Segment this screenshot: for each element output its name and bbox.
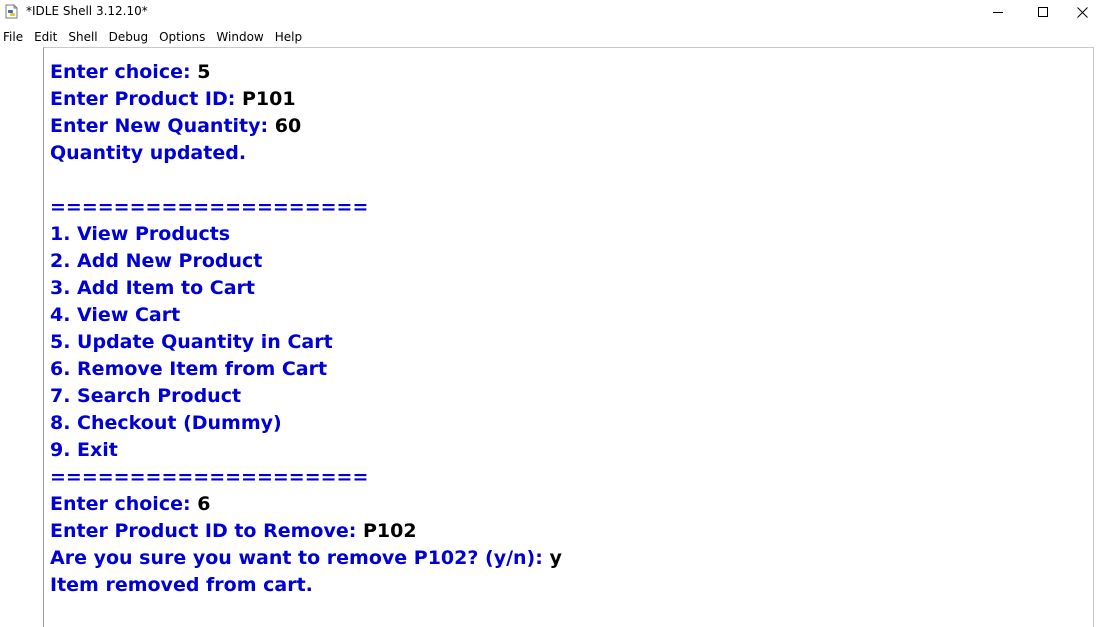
menu-help[interactable]: Help <box>272 30 307 44</box>
menu-file[interactable]: File <box>0 30 28 44</box>
idle-shell-window: *IDLE Shell 3.12.10* File Edit Shell Deb… <box>0 0 1098 627</box>
menu-option-line: 4. View Cart <box>50 302 562 329</box>
menu-shell[interactable]: Shell <box>65 30 102 44</box>
menu-option-line: 9. Exit <box>50 437 562 464</box>
menu-debug[interactable]: Debug <box>106 30 153 44</box>
shell-prompt-text: Enter choice: <box>50 61 198 83</box>
shell-prompt-text: Enter New Quantity: <box>50 115 275 137</box>
menu-bar: File Edit Shell Debug Options Window Hel… <box>0 27 310 47</box>
shell-line: Enter New Quantity: 60 <box>50 113 562 140</box>
shell-output-text: 8. Checkout (Dummy) <box>50 412 282 434</box>
close-button[interactable] <box>1066 0 1098 24</box>
shell-line: Enter choice: 6 <box>50 491 562 518</box>
shell-prompt-text: Enter Product ID to Remove: <box>50 520 363 542</box>
maximize-icon <box>1038 7 1048 17</box>
shell-output-text: Quantity updated. <box>50 142 247 164</box>
close-icon <box>1076 6 1088 18</box>
user-input-text: P101 <box>241 88 296 110</box>
title-bar[interactable]: *IDLE Shell 3.12.10* <box>0 0 1098 24</box>
python-idle-icon <box>5 4 19 19</box>
shell-output-text: ==================== <box>50 466 369 488</box>
menu-option-line: 5. Update Quantity in Cart <box>50 329 562 356</box>
shell-line: Enter choice: 5 <box>50 59 562 86</box>
menu-option-line: 3. Add Item to Cart <box>50 275 562 302</box>
shell-sidebar-gutter <box>0 47 43 627</box>
shell-output: Enter choice: 5 Enter Product ID: P101 E… <box>50 59 562 599</box>
menu-separator-line: ==================== <box>50 194 562 221</box>
shell-output-text: Item removed from cart. <box>50 574 313 596</box>
shell-output-text: 6. Remove Item from Cart <box>50 358 328 380</box>
shell-line: Enter Product ID: P101 <box>50 86 562 113</box>
shell-output-text: ==================== <box>50 196 369 218</box>
shell-line: Enter Product ID to Remove: P102 <box>50 518 562 545</box>
user-input-text: 60 <box>274 115 302 137</box>
menu-option-line: 7. Search Product <box>50 383 562 410</box>
user-input-text: y <box>549 547 562 569</box>
shell-output-text: 2. Add New Product <box>50 250 263 272</box>
shell-line: Quantity updated. <box>50 140 562 167</box>
menu-options[interactable]: Options <box>156 30 210 44</box>
shell-output-text: 4. View Cart <box>50 304 181 326</box>
user-input-text: 6 <box>197 493 211 515</box>
shell-prompt-text: Enter Product ID: <box>50 88 242 110</box>
shell-output-text: 7. Search Product <box>50 385 242 407</box>
shell-line: Item removed from cart. <box>50 572 562 599</box>
shell-output-text: 1. View Products <box>50 223 231 245</box>
shell-output-text: 3. Add Item to Cart <box>50 277 255 299</box>
shell-output-text: 9. Exit <box>50 439 118 461</box>
shell-line: Are you sure you want to remove P102? (y… <box>50 545 562 572</box>
menu-option-line: 1. View Products <box>50 221 562 248</box>
menu-option-line: 8. Checkout (Dummy) <box>50 410 562 437</box>
user-input-text: P102 <box>362 520 417 542</box>
user-input-text: 5 <box>197 61 211 83</box>
menu-option-line: 6. Remove Item from Cart <box>50 356 562 383</box>
menu-window[interactable]: Window <box>213 30 268 44</box>
shell-blank-line <box>50 167 562 194</box>
minimize-icon <box>993 12 1003 13</box>
menu-separator-line: ==================== <box>50 464 562 491</box>
shell-output-text: 5. Update Quantity in Cart <box>50 331 333 353</box>
shell-prompt-text: Are you sure you want to remove P102? (y… <box>50 547 550 569</box>
window-title: *IDLE Shell 3.12.10* <box>26 4 148 18</box>
maximize-button[interactable] <box>1020 0 1066 24</box>
menu-edit[interactable]: Edit <box>31 30 62 44</box>
shell-prompt-text: Enter choice: <box>50 493 198 515</box>
menu-option-line: 2. Add New Product <box>50 248 562 275</box>
minimize-button[interactable] <box>975 0 1021 24</box>
shell-text-area[interactable]: Enter choice: 5 Enter Product ID: P101 E… <box>43 47 1094 627</box>
